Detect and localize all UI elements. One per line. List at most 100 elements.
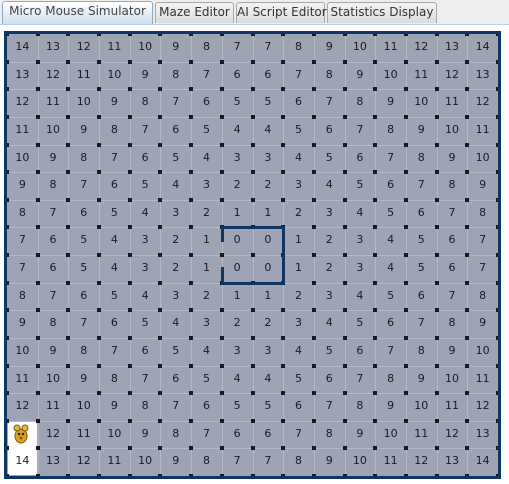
maze-cell[interactable]: 5 [283, 117, 314, 145]
maze-cell[interactable]: 12 [7, 89, 38, 117]
maze-cell[interactable]: 4 [99, 255, 130, 283]
maze-cell[interactable]: 7 [191, 421, 222, 449]
maze-cell[interactable]: 9 [38, 338, 69, 366]
maze-cell[interactable]: 10 [38, 117, 69, 145]
maze-cell[interactable]: 7 [345, 366, 376, 394]
maze-cell[interactable]: 6 [68, 200, 99, 228]
maze-cell[interactable]: 8 [467, 283, 498, 311]
maze-cell[interactable]: 6 [437, 255, 468, 283]
maze-cell[interactable]: 7 [130, 117, 161, 145]
maze-cell[interactable]: 1 [253, 283, 284, 311]
maze-cell[interactable]: 12 [68, 34, 99, 62]
maze-cell[interactable]: 11 [7, 117, 38, 145]
maze-cell[interactable]: 9 [130, 62, 161, 90]
maze-cell[interactable]: 4 [191, 338, 222, 366]
maze-cell[interactable]: 8 [7, 200, 38, 228]
maze-cell[interactable]: 5 [130, 310, 161, 338]
maze-cell[interactable]: 8 [406, 145, 437, 173]
maze-cell[interactable]: 13 [437, 34, 468, 62]
maze-cell[interactable]: 4 [314, 172, 345, 200]
maze-cell[interactable]: 6 [38, 227, 69, 255]
maze-cell[interactable]: 3 [253, 145, 284, 173]
maze-cell[interactable]: 9 [130, 421, 161, 449]
maze-cell[interactable]: 11 [38, 393, 69, 421]
maze-cell[interactable]: 4 [283, 338, 314, 366]
maze-cell[interactable]: 4 [99, 227, 130, 255]
maze-cell[interactable]: 1 [191, 255, 222, 283]
maze-cell[interactable]: 14 [467, 448, 498, 476]
maze-cell[interactable]: 8 [191, 34, 222, 62]
maze-cell[interactable]: 7 [375, 338, 406, 366]
maze-cell[interactable]: 0 [222, 227, 253, 255]
maze-cell[interactable]: 10 [130, 34, 161, 62]
maze-cell[interactable]: 9 [7, 172, 38, 200]
maze-cell[interactable]: 9 [314, 448, 345, 476]
maze-cell[interactable]: 9 [160, 448, 191, 476]
maze-cell[interactable]: 8 [38, 310, 69, 338]
maze-cell[interactable]: 2 [191, 200, 222, 228]
maze-cell[interactable]: 9 [314, 34, 345, 62]
tab-statistics-display[interactable]: Statistics Display [327, 2, 437, 23]
maze-cell[interactable]: 4 [283, 145, 314, 173]
tab-micro-mouse-simulator[interactable]: Micro Mouse Simulator [2, 1, 153, 24]
maze-cell[interactable]: 13 [7, 62, 38, 90]
maze-cell[interactable]: 8 [283, 448, 314, 476]
maze-cell[interactable]: 7 [437, 283, 468, 311]
maze-cell[interactable]: 9 [345, 421, 376, 449]
maze-cell[interactable]: 9 [68, 117, 99, 145]
maze-cell[interactable]: 11 [99, 448, 130, 476]
maze-cell[interactable]: 9 [406, 117, 437, 145]
maze-cell[interactable]: 10 [345, 34, 376, 62]
maze-cell[interactable]: 6 [375, 172, 406, 200]
maze-cell[interactable]: 6 [314, 366, 345, 394]
maze-cell[interactable]: 8 [7, 283, 38, 311]
maze-cell[interactable]: 6 [345, 145, 376, 173]
maze-cell[interactable]: 6 [191, 393, 222, 421]
maze-cell[interactable]: 3 [283, 172, 314, 200]
maze-cell[interactable]: 10 [7, 145, 38, 173]
maze-cell[interactable]: 6 [406, 283, 437, 311]
maze-cell[interactable]: 5 [222, 393, 253, 421]
maze-cell[interactable]: 10 [467, 338, 498, 366]
maze-cell[interactable]: 7 [253, 448, 284, 476]
maze-cell[interactable]: 8 [38, 172, 69, 200]
maze-cell[interactable]: 10 [345, 448, 376, 476]
maze-cell[interactable]: 12 [38, 421, 69, 449]
maze-cell[interactable]: 5 [406, 227, 437, 255]
maze-cell[interactable]: 11 [467, 366, 498, 394]
maze-cell[interactable]: 2 [191, 283, 222, 311]
tab-ai-script-editor[interactable]: AI Script Editor [236, 2, 327, 23]
maze-cell[interactable]: 7 [222, 448, 253, 476]
maze-cell[interactable]: 8 [160, 62, 191, 90]
maze-cell[interactable]: 14 [7, 448, 38, 476]
maze-cell[interactable]: 8 [375, 117, 406, 145]
maze-cell[interactable]: 11 [437, 89, 468, 117]
maze-cell[interactable]: 12 [406, 34, 437, 62]
maze-cell[interactable]: 10 [375, 421, 406, 449]
maze-cell[interactable]: 11 [68, 421, 99, 449]
maze-cell[interactable]: 4 [345, 283, 376, 311]
maze-cell[interactable]: 3 [345, 227, 376, 255]
maze-cell[interactable]: 0 [253, 255, 284, 283]
maze-cell[interactable]: 10 [99, 421, 130, 449]
maze-cell[interactable]: 4 [345, 200, 376, 228]
maze-cell[interactable]: 3 [160, 200, 191, 228]
maze-cell[interactable]: 3 [314, 283, 345, 311]
tab-maze-editor[interactable]: Maze Editor [155, 2, 234, 23]
maze-cell[interactable]: 12 [7, 393, 38, 421]
maze-cell[interactable]: 8 [68, 338, 99, 366]
maze-cell[interactable]: 6 [406, 200, 437, 228]
maze-cell[interactable]: 5 [375, 200, 406, 228]
maze-cell[interactable]: 10 [99, 62, 130, 90]
maze-cell[interactable]: 10 [437, 366, 468, 394]
maze-cell[interactable]: 6 [222, 421, 253, 449]
maze-cell[interactable]: 9 [160, 34, 191, 62]
maze-cell[interactable]: 3 [345, 255, 376, 283]
maze-cell[interactable]: 8 [191, 448, 222, 476]
maze-cell[interactable]: 8 [160, 421, 191, 449]
maze-cell[interactable]: 7 [375, 145, 406, 173]
maze-cell[interactable]: 3 [191, 310, 222, 338]
maze-cell[interactable]: 5 [314, 145, 345, 173]
maze-cell[interactable]: 3 [222, 145, 253, 173]
maze-cell[interactable]: 5 [345, 310, 376, 338]
